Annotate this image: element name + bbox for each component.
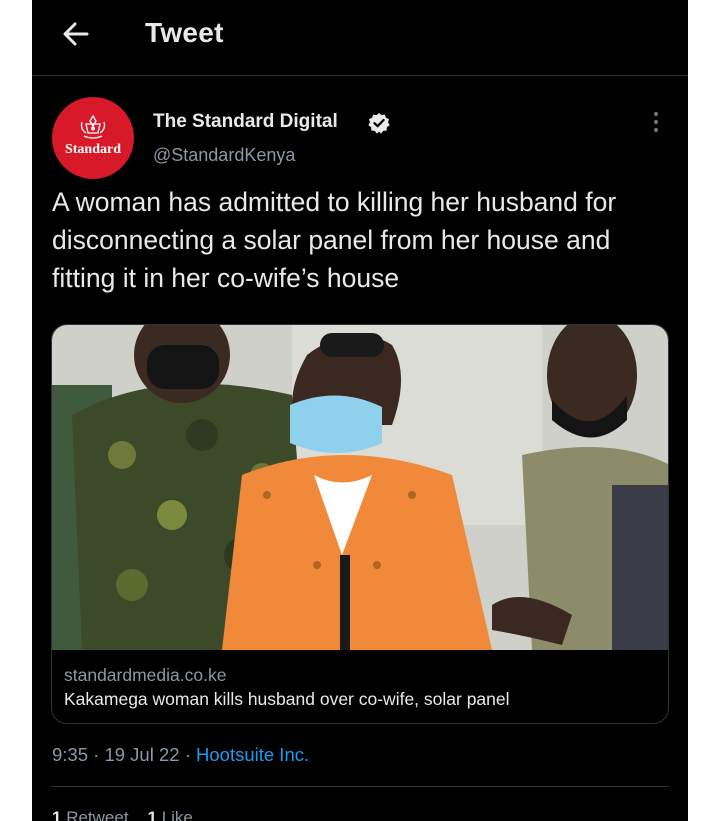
tweet-time: 9:35 [52, 744, 89, 765]
tweet-source-link[interactable]: Hootsuite Inc. [196, 744, 309, 765]
author-handle[interactable]: @StandardKenya [153, 145, 295, 166]
arrow-left-icon [63, 22, 89, 46]
more-dot-icon [654, 128, 658, 132]
retweets-label: Retweet [66, 808, 129, 821]
tweet-meta: 9:35 · 19 Jul 22 · Hootsuite Inc. [52, 744, 309, 766]
tweet-screen: Tweet Standard The Standard Digital @Sta… [32, 0, 688, 821]
divider [51, 786, 669, 787]
likes-count: 1 [147, 808, 157, 821]
likes-label: Like [161, 808, 193, 821]
retweets-count: 1 [52, 808, 62, 821]
top-bar: Tweet [32, 0, 688, 76]
tweet-text: A woman has admitted to killing her husb… [52, 187, 617, 293]
meta-separator: · [93, 744, 105, 765]
retweets-stat[interactable]: 1 Retweet [52, 808, 129, 821]
more-dot-icon [654, 112, 658, 116]
more-dot-icon [654, 120, 658, 124]
tweet-stats: 1 Retweet 1 Like [52, 808, 193, 821]
card-title: Kakamega woman kills husband over co-wif… [64, 689, 510, 709]
coat-of-arms-logo [80, 114, 106, 139]
back-button[interactable] [58, 16, 94, 52]
verified-badge-icon [368, 113, 390, 134]
card-domain: standardmedia.co.ke [64, 665, 227, 685]
link-card[interactable]: standardmedia.co.ke Kakamega woman kills… [51, 324, 669, 724]
author-name[interactable]: The Standard Digital [153, 111, 338, 133]
avatar[interactable]: Standard [52, 97, 134, 179]
tweet-date: 19 Jul 22 [104, 744, 180, 765]
page-title: Tweet [145, 17, 224, 48]
article-photo [52, 325, 668, 650]
avatar-logo-text: Standard [64, 142, 122, 157]
more-options-button[interactable] [644, 108, 668, 136]
likes-stat[interactable]: 1 Like [147, 808, 192, 821]
meta-separator: · [184, 744, 197, 765]
